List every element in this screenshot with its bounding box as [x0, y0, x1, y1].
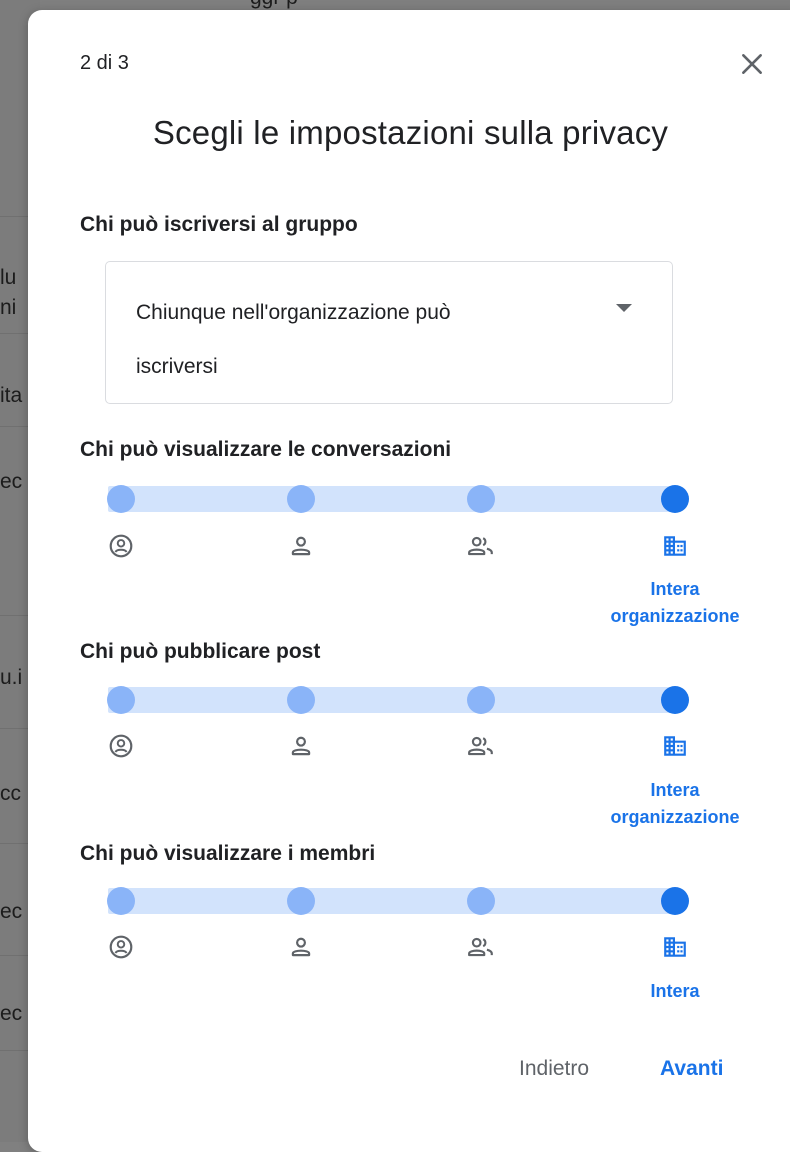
person-icon	[287, 732, 315, 760]
owner-icon	[107, 532, 135, 560]
domain-icon	[661, 933, 689, 961]
view-members-selected-label: Intera	[600, 978, 750, 1005]
person-icon	[287, 933, 315, 961]
join-select-value-line1: Chiunque nell'organizzazione può	[136, 301, 451, 324]
dropdown-arrow-icon	[616, 304, 632, 312]
view-members-level-icons	[107, 933, 686, 963]
join-select-value-line2: iscriversi	[136, 355, 218, 378]
view-members-heading: Chi può visualizzare i membri	[80, 842, 376, 865]
slider-stop[interactable]	[287, 887, 315, 915]
owner-icon	[107, 732, 135, 760]
selected-label-line2: organizzazione	[610, 807, 740, 827]
background-text: ec	[0, 470, 23, 493]
slider-track	[108, 486, 678, 512]
background-text: cc	[0, 782, 21, 805]
background-text: ita	[0, 384, 23, 407]
slider-stop[interactable]	[661, 686, 689, 714]
post-level-icons	[107, 732, 686, 762]
join-select-value: Chiunque nell'organizzazione può iscrive…	[136, 286, 556, 394]
slider-stop[interactable]	[661, 887, 689, 915]
join-select[interactable]: Chiunque nell'organizzazione può iscrive…	[105, 261, 673, 404]
selected-label-line1: Intera	[650, 780, 700, 800]
post-selected-label: Intera organizzazione	[600, 777, 750, 831]
domain-icon	[661, 732, 689, 760]
slider-stop[interactable]	[661, 485, 689, 513]
background-text: lu	[0, 266, 17, 289]
background-text: ggr p	[250, 0, 298, 10]
slider-stop[interactable]	[107, 485, 135, 513]
background-text: ec	[0, 1002, 23, 1025]
back-button[interactable]: Indietro	[513, 1056, 595, 1082]
selected-label-line1: Intera	[650, 981, 700, 1001]
view-conversations-level-icons	[107, 532, 686, 562]
slider-stop[interactable]	[467, 887, 495, 915]
privacy-settings-dialog: 2 di 3 Scegli le impostazioni sulla priv…	[28, 10, 790, 1152]
owner-icon	[107, 933, 135, 961]
slider-stop[interactable]	[287, 485, 315, 513]
next-button[interactable]: Avanti	[654, 1056, 729, 1082]
slider-stop[interactable]	[107, 686, 135, 714]
background-text: ni	[0, 296, 17, 319]
view-conversations-heading: Chi può visualizzare le conversazioni	[80, 438, 452, 461]
slider-stop[interactable]	[467, 485, 495, 513]
slider-stop[interactable]	[467, 686, 495, 714]
selected-label-line1: Intera	[650, 579, 700, 599]
post-heading: Chi può pubblicare post	[80, 640, 321, 663]
post-slider[interactable]	[107, 685, 689, 717]
background-text: ec	[0, 900, 23, 923]
view-conversations-slider[interactable]	[107, 484, 689, 516]
dialog-title: Scegli le impostazioni sulla privacy	[152, 114, 669, 151]
group-icon	[467, 732, 495, 760]
close-button[interactable]	[734, 46, 770, 82]
selected-label-line2: organizzazione	[610, 606, 740, 626]
group-icon	[467, 532, 495, 560]
view-conversations-selected-label: Intera organizzazione	[600, 576, 750, 630]
close-icon	[742, 54, 762, 74]
step-indicator: 2 di 3	[80, 52, 129, 74]
slider-stop[interactable]	[287, 686, 315, 714]
view-members-slider[interactable]	[107, 886, 689, 918]
slider-track	[108, 888, 678, 914]
join-heading: Chi può iscriversi al gruppo	[80, 213, 358, 236]
slider-stop[interactable]	[107, 887, 135, 915]
person-icon	[287, 532, 315, 560]
slider-track	[108, 687, 678, 713]
group-icon	[467, 933, 495, 961]
domain-icon	[661, 532, 689, 560]
background-text: u.i	[0, 666, 23, 689]
